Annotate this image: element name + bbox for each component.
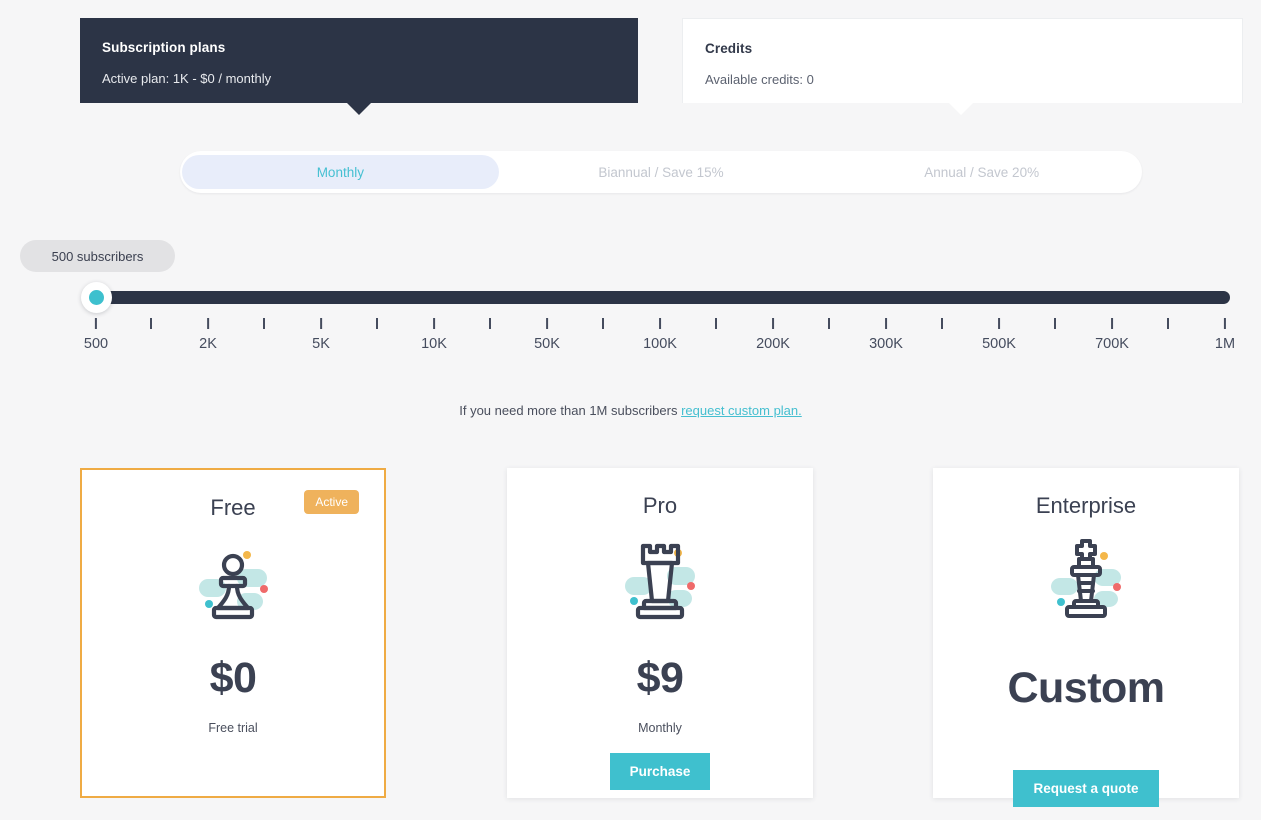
plan-price-pro: $9	[636, 654, 684, 702]
subscription-plans-card: Subscription plans Active plan: 1K - $0 …	[80, 18, 638, 103]
slider-tick	[1167, 318, 1169, 329]
tick-mark	[715, 318, 717, 329]
plan-name-free: Free	[210, 495, 256, 520]
tick-mark	[1054, 318, 1056, 329]
tick-mark	[150, 318, 152, 329]
slider-tick	[489, 318, 491, 329]
slider-tick-scale: 500 2K 5K 10K 50K 100K 200K 300K 500K 700K 1M	[0, 318, 1261, 363]
tick-mark	[376, 318, 378, 329]
slider-tick	[150, 318, 152, 329]
status-badge-active: Active	[304, 490, 359, 514]
chess-rook-icon	[612, 531, 708, 632]
slider-tick	[263, 318, 265, 329]
billing-period-toggle: Monthly Biannual / Save 15% Annual / Sav…	[180, 151, 1142, 193]
tick-label: 700K	[1095, 336, 1129, 352]
billing-period-monthly[interactable]: Monthly	[182, 155, 499, 189]
slider-handle[interactable]	[81, 282, 112, 313]
subscriber-slider[interactable]	[0, 282, 1261, 313]
slider-tick	[715, 318, 717, 329]
slider-tick-labeled: 2K	[199, 318, 217, 352]
tick-mark	[602, 318, 604, 329]
plan-card-enterprise[interactable]: Enterprise Custom Request a quote	[933, 468, 1239, 807]
tick-mark	[1224, 318, 1226, 329]
subscriber-count-badge: 500 subscribers	[20, 240, 175, 272]
tick-mark	[320, 318, 322, 329]
tick-label: 50K	[534, 336, 560, 352]
subscription-plans-title: Subscription plans	[102, 40, 226, 55]
request-custom-plan-link[interactable]: request custom plan.	[681, 403, 802, 418]
custom-plan-note: If you need more than 1M subscribers req…	[0, 403, 1261, 418]
tick-mark	[1167, 318, 1169, 329]
plan-period-free: Free trial	[208, 721, 258, 735]
tick-mark	[489, 318, 491, 329]
available-credits-text: Available credits: 0	[705, 72, 814, 87]
slider-tick-labeled: 700K	[1095, 318, 1129, 352]
active-plan-text: Active plan: 1K - $0 / monthly	[102, 71, 272, 86]
plan-card-free[interactable]: Free Active $0 Free trial	[80, 468, 386, 798]
plan-price-enterprise: Custom	[1007, 664, 1165, 712]
tick-mark	[998, 318, 1000, 329]
tick-label: 200K	[756, 336, 790, 352]
tick-mark	[94, 318, 97, 329]
slider-tick-labeled: 1M	[1215, 318, 1235, 352]
credits-title: Credits	[705, 41, 753, 56]
slider-handle-dot	[89, 290, 104, 305]
pricing-page: Subscription plans Active plan: 1K - $0 …	[0, 0, 1261, 820]
tick-label: 2K	[199, 336, 217, 352]
tick-label: 1M	[1214, 336, 1236, 352]
custom-plan-note-text: If you need more than 1M subscribers	[459, 403, 682, 418]
purchase-button[interactable]: Purchase	[609, 753, 711, 790]
slider-tick-labeled: 500K	[982, 318, 1016, 352]
slider-tick	[602, 318, 604, 329]
subscription-plans-notch	[347, 103, 371, 115]
slider-tick-labeled: 100K	[643, 318, 677, 352]
credits-notch	[949, 103, 973, 115]
slider-tick-labeled: 500	[84, 318, 108, 352]
slider-tick	[828, 318, 830, 329]
tick-mark	[828, 318, 830, 329]
slider-tick	[941, 318, 943, 329]
plan-card-pro[interactable]: Pro $9 Monthly Purchase	[507, 468, 813, 798]
tick-label: 100K	[643, 336, 677, 352]
tick-mark	[659, 318, 661, 329]
tick-mark	[772, 318, 774, 329]
slider-track[interactable]	[96, 291, 1230, 304]
slider-tick	[376, 318, 378, 329]
slider-tick-labeled: 300K	[869, 318, 903, 352]
tick-label: 10K	[421, 336, 447, 352]
slider-tick	[1054, 318, 1056, 329]
tick-mark	[885, 318, 887, 329]
slider-tick-labeled: 10K	[421, 318, 447, 352]
billing-period-annual[interactable]: Annual / Save 20%	[823, 155, 1140, 189]
plan-name-pro: Pro	[642, 493, 678, 518]
tick-label: 500K	[982, 336, 1016, 352]
tick-mark	[207, 318, 209, 329]
slider-tick-labeled: 50K	[534, 318, 560, 352]
tick-label: 500	[83, 336, 109, 352]
tick-label: 5K	[312, 336, 330, 352]
tick-mark	[546, 318, 548, 329]
billing-period-biannual[interactable]: Biannual / Save 15%	[503, 155, 820, 189]
tick-mark	[941, 318, 943, 329]
plan-price-free: $0	[209, 654, 257, 702]
tick-mark	[263, 318, 265, 329]
plan-name-enterprise: Enterprise	[1035, 493, 1137, 518]
tick-mark	[1111, 318, 1113, 329]
chess-pawn-icon	[185, 533, 281, 634]
plan-period-pro: Monthly	[638, 721, 682, 735]
tick-label: 300K	[869, 336, 903, 352]
request-quote-button[interactable]: Request a quote	[1013, 770, 1159, 807]
chess-king-icon	[1038, 531, 1134, 632]
tick-mark	[433, 318, 435, 329]
slider-tick-labeled: 5K	[312, 318, 330, 352]
slider-tick-labeled: 200K	[756, 318, 790, 352]
credits-card: Credits Available credits: 0	[682, 18, 1243, 103]
